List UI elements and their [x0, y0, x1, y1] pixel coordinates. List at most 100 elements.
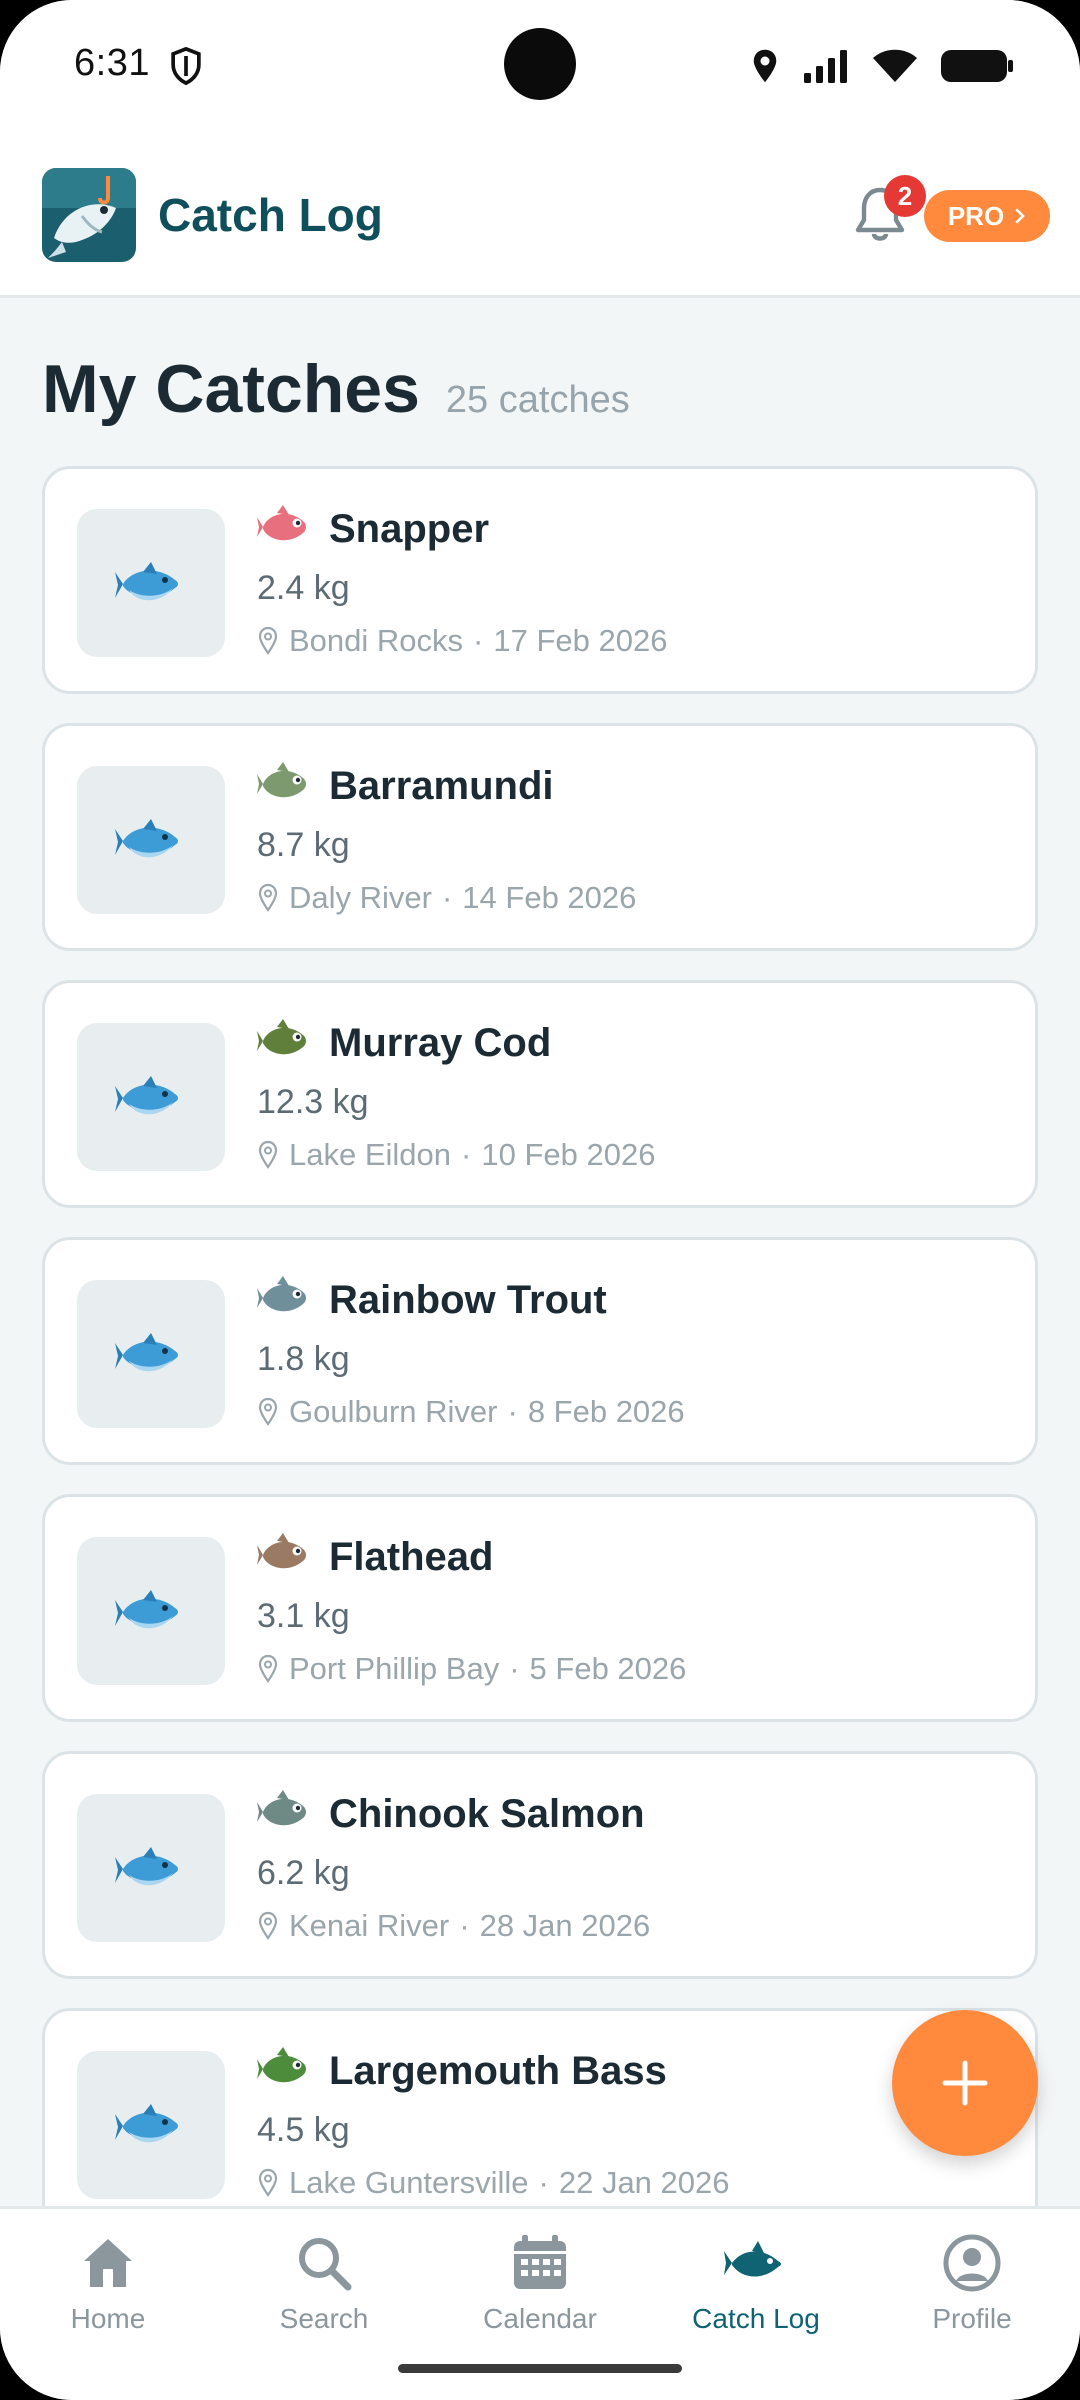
catch-weight: 2.4 kg — [257, 569, 350, 607]
catch-meta: Daly River · 14 Feb 2026 — [257, 880, 636, 916]
catch-card[interactable]: Snapper 2.4 kg Bondi Rocks · 17 Feb 2026 — [42, 466, 1038, 694]
catch-weight: 12.3 kg — [257, 1083, 369, 1121]
catch-card[interactable]: Barramundi 8.7 kg Daly River · 14 Feb 20… — [42, 723, 1038, 951]
catch-date: 17 Feb 2026 — [493, 623, 668, 658]
meta-separator: · — [459, 1908, 470, 1943]
catch-meta: Port Phillip Bay · 5 Feb 2026 — [257, 1651, 686, 1687]
fish-thumbnail-icon — [115, 1847, 178, 1886]
page-heading: My Catches 25 catches — [42, 350, 630, 428]
app-title: Catch Log — [158, 189, 383, 241]
catch-location: Port Phillip Bay — [289, 1651, 500, 1686]
catch-photo-placeholder — [77, 1280, 225, 1428]
app-logo-icon — [42, 168, 136, 262]
home-icon — [84, 2239, 132, 2287]
app-header: Catch Log 2 PRO — [0, 130, 1080, 298]
wifi-icon — [873, 49, 917, 82]
meta-separator: · — [461, 1137, 472, 1172]
catch-date: 10 Feb 2026 — [481, 1137, 656, 1172]
catch-photo-placeholder — [77, 2051, 225, 2199]
species-icon — [257, 505, 306, 541]
fish-thumbnail-icon — [115, 819, 178, 858]
catch-location: Lake Eildon — [289, 1137, 452, 1172]
fish-thumbnail-icon — [115, 1590, 178, 1629]
nav-label: Home — [70, 2303, 146, 2334]
signal-icon — [804, 50, 847, 83]
catch-location: Daly River — [289, 880, 432, 915]
fish-thumbnail-icon — [115, 562, 178, 601]
species-icon — [257, 1019, 306, 1055]
home-indicator[interactable] — [398, 2364, 682, 2373]
catch-photo-placeholder — [77, 509, 225, 657]
catch-card[interactable]: Rainbow Trout 1.8 kg Goulburn River · 8 … — [42, 1237, 1038, 1465]
location-pin-icon — [258, 2168, 278, 2197]
pro-label: PRO — [947, 200, 1005, 231]
plus-icon — [942, 2060, 988, 2106]
catch-date: 22 Jan 2026 — [558, 2165, 730, 2200]
fish-thumbnail-icon — [115, 2104, 178, 2143]
status-bar: 6:31 — [0, 0, 1080, 130]
location-pin-icon — [258, 1654, 278, 1683]
species-name: Chinook Salmon — [329, 1792, 645, 1836]
catch-meta: Lake Guntersville · 22 Jan 2026 — [257, 2165, 730, 2201]
nav-search[interactable]: Search — [234, 2231, 414, 2351]
catch-card[interactable]: Murray Cod 12.3 kg Lake Eildon · 10 Feb … — [42, 980, 1038, 1208]
calendar-icon — [514, 2235, 566, 2289]
catch-card[interactable]: Chinook Salmon 6.2 kg Kenai River · 28 J… — [42, 1751, 1038, 1979]
species-icon — [257, 1790, 306, 1826]
species-name: Largemouth Bass — [329, 2049, 667, 2093]
catch-weight: 8.7 kg — [257, 826, 350, 864]
catch-list: Snapper 2.4 kg Bondi Rocks · 17 Feb 2026 — [42, 466, 1038, 2265]
catch-card[interactable]: Largemouth Bass 4.5 kg Lake Guntersville… — [42, 2008, 1038, 2236]
meta-separator: · — [441, 880, 453, 915]
species-name: Snapper — [329, 507, 490, 551]
battery-icon — [941, 50, 1013, 82]
species-icon — [257, 762, 306, 798]
profile-icon — [943, 2234, 1001, 2292]
catch-photo-placeholder — [77, 766, 225, 914]
chevron-right-icon — [1015, 208, 1026, 224]
catch-card[interactable]: Flathead 3.1 kg Port Phillip Bay · 5 Feb… — [42, 1494, 1038, 1722]
status-time: 6:31 — [74, 42, 150, 84]
pro-upgrade-button[interactable]: PRO — [924, 190, 1050, 242]
nav-calendar[interactable]: Calendar — [450, 2231, 630, 2351]
nav-profile[interactable]: Profile — [882, 2231, 1062, 2351]
nav-home[interactable]: Home — [18, 2231, 198, 2351]
nav-label: Calendar — [483, 2303, 597, 2334]
catch-meta: Bondi Rocks · 17 Feb 2026 — [257, 623, 667, 659]
notification-badge: 2 — [884, 175, 926, 217]
catch-count: 25 catches — [445, 379, 630, 421]
phone-screen: 6:31 Catch Log 2 PRO My Catches 25 catch… — [0, 0, 1080, 2400]
location-pin-icon — [258, 1397, 278, 1426]
catch-location: Goulburn River — [289, 1394, 498, 1429]
catch-date: 5 Feb 2026 — [529, 1651, 687, 1686]
catch-meta: Kenai River · 28 Jan 2026 — [257, 1908, 650, 1944]
catch-weight: 4.5 kg — [257, 2111, 350, 2149]
catch-date: 14 Feb 2026 — [462, 880, 637, 915]
species-icon — [257, 1533, 306, 1569]
catch-photo-placeholder — [77, 1023, 225, 1171]
nav-label: Profile — [932, 2303, 1012, 2334]
fish-thumbnail-icon — [115, 1333, 178, 1372]
species-name: Murray Cod — [329, 1021, 552, 1065]
species-icon — [257, 2047, 306, 2083]
catch-meta: Goulburn River · 8 Feb 2026 — [257, 1394, 685, 1430]
meta-separator: · — [507, 1394, 518, 1429]
search-icon — [299, 2238, 352, 2291]
nav-label: Catch Log — [692, 2303, 820, 2334]
fish-icon — [724, 2241, 781, 2277]
location-pin-icon — [258, 1911, 278, 1940]
nav-catch-log[interactable]: Catch Log — [666, 2231, 846, 2351]
meta-separator: · — [509, 1651, 520, 1686]
species-icon — [257, 1276, 306, 1312]
catch-weight: 3.1 kg — [257, 1597, 350, 1635]
fish-thumbnail-icon — [115, 1076, 178, 1115]
catch-meta: Lake Eildon · 10 Feb 2026 — [257, 1137, 655, 1173]
catch-photo-placeholder — [77, 1537, 225, 1685]
location-pin-icon — [258, 626, 278, 655]
nav-label: Search — [279, 2303, 369, 2334]
catch-weight: 1.8 kg — [257, 1340, 350, 1378]
meta-separator: · — [538, 2165, 549, 2200]
add-catch-button[interactable] — [892, 2010, 1038, 2156]
catch-location: Kenai River — [289, 1908, 450, 1943]
shield-icon — [171, 46, 201, 86]
